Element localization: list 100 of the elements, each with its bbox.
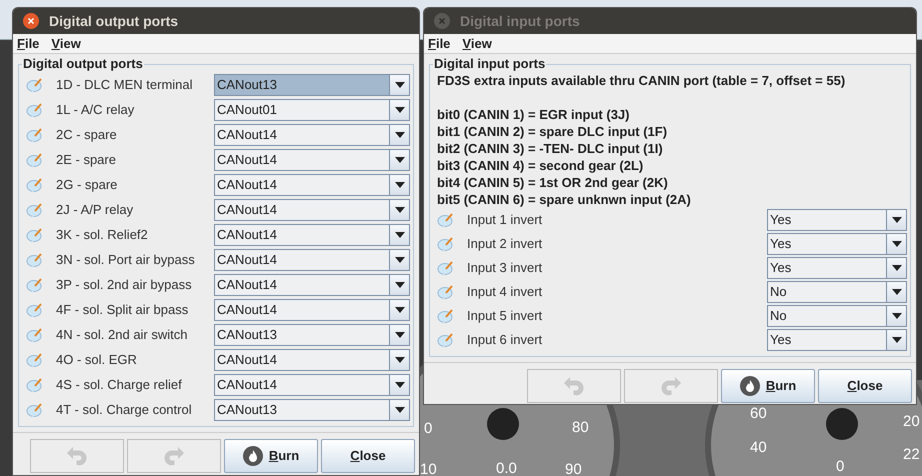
- menu-item[interactable]: File: [17, 34, 40, 54]
- dropdown[interactable]: CANout14: [214, 248, 410, 270]
- field-label: Input 3 invert: [467, 259, 544, 278]
- note-icon: [26, 76, 44, 92]
- close-button[interactable]: Close: [321, 439, 415, 473]
- dropdown-arrow-icon: [394, 82, 404, 88]
- field-label: 4F - sol. Split air bpass: [56, 300, 190, 319]
- dropdown[interactable]: Yes: [767, 233, 907, 255]
- field-label: Input 1 invert: [467, 211, 544, 230]
- field-label: Input 4 invert: [467, 283, 544, 302]
- dropdown-arrow-icon: [394, 256, 404, 262]
- dropdown[interactable]: CANout14: [214, 174, 410, 196]
- note-icon: [26, 376, 44, 392]
- dropdown-arrow-icon: [892, 217, 902, 223]
- note-icon: [26, 402, 44, 418]
- field-label: 4N - sol. 2nd air switch: [56, 326, 188, 344]
- dropdown[interactable]: CANout14: [214, 148, 410, 170]
- dropdown[interactable]: No: [767, 281, 907, 303]
- dropdown[interactable]: CANout13: [214, 324, 410, 346]
- dropdown-arrow-icon: [394, 382, 404, 388]
- menu-item[interactable]: View: [51, 34, 81, 54]
- menu-item[interactable]: View: [462, 34, 492, 54]
- flame-icon: [242, 446, 263, 466]
- burn-button[interactable]: Burn: [224, 439, 318, 473]
- field-label: 4T - sol. Charge control: [56, 400, 193, 419]
- dropdown-arrow-icon: [394, 356, 404, 362]
- gauge-label: 60: [750, 404, 767, 424]
- window-title: Digital input ports: [460, 12, 580, 31]
- note-icon: [437, 308, 455, 324]
- gauge-label: 80: [572, 418, 589, 438]
- menu-item[interactable]: File: [428, 34, 450, 54]
- note-icon: [26, 152, 44, 168]
- dropdown[interactable]: CANout14: [214, 274, 410, 296]
- field-label: Input 5 invert: [467, 307, 544, 326]
- note-icon: [26, 252, 44, 268]
- dropdown[interactable]: CANout14: [214, 224, 410, 246]
- dropdown[interactable]: CANout13: [214, 398, 410, 420]
- undo-arrow-icon: [563, 375, 585, 397]
- window-title: Digital output ports: [49, 12, 178, 31]
- gauge-label: 22: [903, 445, 920, 465]
- dropdown-arrow-icon: [394, 306, 404, 312]
- dropdown-arrow-icon: [394, 206, 404, 212]
- dropdown[interactable]: Yes: [767, 209, 907, 231]
- note-icon: [437, 212, 455, 228]
- dropdown-arrow-icon: [892, 265, 902, 271]
- dropdown-arrow-icon: [892, 241, 902, 247]
- field-label: 1D - DLC MEN terminal: [56, 76, 194, 94]
- note-icon: [26, 102, 44, 118]
- gauge-label: 0: [836, 457, 844, 476]
- dropdown[interactable]: Yes: [767, 329, 907, 351]
- field-label: 4S - sol. Charge relief: [56, 376, 183, 394]
- dropdown[interactable]: CANout13: [214, 74, 410, 96]
- dropdown-arrow-icon: [394, 232, 404, 238]
- dropdown[interactable]: No: [767, 305, 907, 327]
- dropdown[interactable]: CANout14: [214, 198, 410, 220]
- gauge-label: 0: [424, 419, 432, 439]
- burn-button[interactable]: Burn: [721, 369, 815, 403]
- group-title: Digital output ports: [22, 56, 144, 72]
- close-button[interactable]: Close: [818, 369, 912, 403]
- dropdown-arrow-icon: [394, 332, 404, 338]
- dropdown[interactable]: Yes: [767, 257, 907, 279]
- note-icon: [26, 276, 44, 292]
- info-text: FD3S extra inputs available thru CANIN port (table = 7, offset = 55): [436, 72, 846, 89]
- field-label: 3N - sol. Port air bypass: [56, 250, 196, 269]
- gauge-label: 0.0: [496, 459, 517, 476]
- note-icon: [26, 226, 44, 242]
- flame-icon: [740, 376, 760, 396]
- field-label: 2J - A/P relay: [56, 200, 134, 219]
- dropdown[interactable]: CANout14: [214, 374, 410, 396]
- note-icon: [26, 202, 44, 218]
- dropdown-arrow-icon: [394, 132, 404, 138]
- dropdown-arrow-icon: [892, 337, 902, 343]
- undo-arrow-icon: [66, 445, 88, 467]
- dropdown-arrow-icon: [394, 156, 404, 162]
- dropdown[interactable]: CANout01: [214, 98, 410, 120]
- dropdown[interactable]: CANout14: [214, 298, 410, 320]
- note-icon: [26, 352, 44, 368]
- note-icon: [26, 302, 44, 318]
- gauge-label: 90: [565, 460, 582, 476]
- field-label: 4O - sol. EGR: [56, 350, 138, 369]
- dropdown[interactable]: CANout14: [214, 348, 410, 370]
- redo-arrow-icon: [660, 375, 682, 397]
- field-label: 3K - sol. Relief2: [56, 226, 149, 244]
- field-label: 3P - sol. 2nd air bypass: [56, 276, 193, 294]
- info-text: bit0 (CANIN 1) = EGR input (3J): [436, 106, 630, 123]
- dropdown-arrow-icon: [394, 182, 404, 188]
- field-label: 2G - spare: [56, 176, 118, 194]
- group-title: Digital input ports: [433, 56, 546, 72]
- dropdown-arrow-icon: [892, 289, 902, 295]
- note-icon: [26, 126, 44, 142]
- field-label: 2C - spare: [56, 126, 118, 144]
- field-label: 2E - spare: [56, 150, 117, 169]
- info-text: bit2 (CANIN 3) = -TEN- DLC input (1I): [436, 140, 663, 157]
- note-icon: [26, 176, 44, 192]
- dropdown-arrow-icon: [394, 106, 404, 112]
- info-text: bit3 (CANIN 4) = second gear (2L): [436, 157, 644, 174]
- gauge-label: 10: [420, 460, 437, 476]
- close-icon[interactable]: [23, 13, 39, 29]
- dropdown[interactable]: CANout14: [214, 124, 410, 146]
- note-icon: [437, 236, 455, 252]
